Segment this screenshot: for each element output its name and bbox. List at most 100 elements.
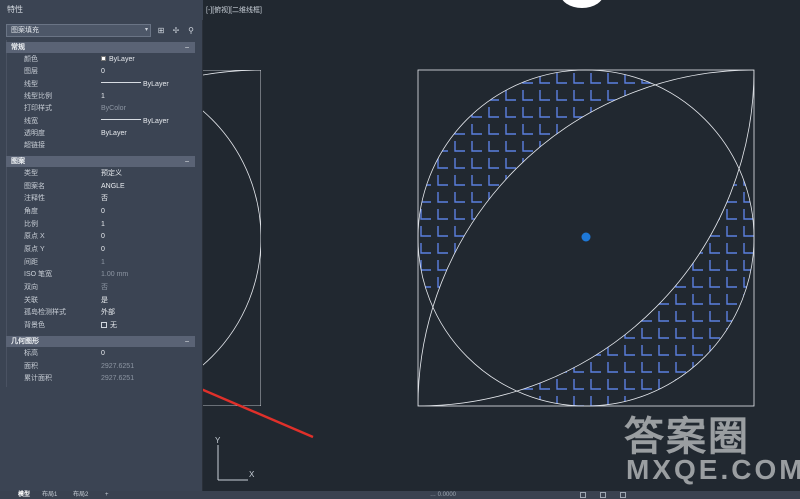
ucs-icon xyxy=(217,445,248,481)
prop-row-angle[interactable]: 角度 0 xyxy=(6,206,195,218)
prop-value: 0 xyxy=(101,350,105,357)
prop-row-spacing[interactable]: 间距 1 xyxy=(6,257,195,269)
prop-row-elevation[interactable]: 标高 0 xyxy=(6,348,195,360)
object-type-select[interactable]: 图案填充 ▾ xyxy=(6,24,151,37)
prop-name: ISO 笔宽 xyxy=(24,271,53,278)
prop-name: 标高 xyxy=(24,350,38,357)
prop-value: 外部 xyxy=(101,309,115,316)
watermark-url-text: MXQE.COM xyxy=(626,454,800,485)
prop-row-scale[interactable]: 比例 1 xyxy=(6,219,195,231)
prop-value: ByColor xyxy=(101,105,126,112)
prop-name: 类型 xyxy=(24,170,38,177)
section-general-label: 常规 xyxy=(11,44,25,51)
prop-row-background-color[interactable]: 背景色 无 xyxy=(6,320,195,332)
prop-row-associative[interactable]: 关联 是 xyxy=(6,295,195,307)
grid-toggle-icon[interactable] xyxy=(580,492,586,498)
coordinate-readout: … 0.0000 xyxy=(430,492,457,498)
prop-row-hyperlink[interactable]: 超链接 xyxy=(6,140,195,152)
collapse-icon[interactable]: – xyxy=(185,336,189,347)
watermark: 答案圈 MXQE.COM xyxy=(612,400,800,492)
prop-value: 1 xyxy=(101,259,105,266)
prop-name: 背景色 xyxy=(24,322,45,329)
ucs-x-label: X xyxy=(249,470,255,479)
prop-value: 0 xyxy=(101,246,105,253)
prop-name: 间距 xyxy=(24,259,38,266)
ucs-y-label: Y xyxy=(215,436,221,445)
ortho-toggle-icon[interactable] xyxy=(620,492,626,498)
palette-title: 特性 xyxy=(0,0,203,20)
prop-row-lineweight[interactable]: 线宽 ByLayer xyxy=(6,116,195,128)
color-swatch-icon xyxy=(101,56,106,61)
prop-name: 孤岛检测样式 xyxy=(24,309,66,316)
linetype-preview xyxy=(101,82,141,83)
prop-value: 否 xyxy=(101,195,108,202)
tab-add[interactable]: + xyxy=(105,492,109,499)
prop-row-area[interactable]: 面积 2927.6251 xyxy=(6,361,195,373)
prop-row-origin-y[interactable]: 原点 Y 0 xyxy=(6,244,195,256)
toggle-pickadd-icon[interactable]: ⊞ xyxy=(155,24,167,37)
prop-name: 面积 xyxy=(24,363,38,370)
section-geometry[interactable]: 几何图形 – xyxy=(6,336,195,347)
quick-select-icon[interactable]: ⚲ xyxy=(185,24,197,37)
prop-row-double[interactable]: 双向 否 xyxy=(6,282,195,294)
prop-row-plot-style[interactable]: 打印样式 ByColor xyxy=(6,103,195,115)
no-fill-icon xyxy=(101,322,107,328)
prop-value: ByLayer xyxy=(101,130,127,137)
prop-name: 注释性 xyxy=(24,195,45,202)
section-geometry-label: 几何图形 xyxy=(11,338,39,345)
prop-name: 累计面积 xyxy=(24,375,52,382)
tab-layout1[interactable]: 布局1 xyxy=(42,492,57,499)
prop-row-iso-pen-width[interactable]: ISO 笔宽 1.00 mm xyxy=(6,269,195,281)
prop-row-linetype-scale[interactable]: 线型比例 1 xyxy=(6,91,195,103)
prop-name: 超链接 xyxy=(24,142,45,149)
lineweight-preview xyxy=(101,119,141,120)
section-pattern[interactable]: 图案 – xyxy=(6,156,195,167)
collapse-icon[interactable]: – xyxy=(185,156,189,167)
prop-name: 透明度 xyxy=(24,130,45,137)
prop-value: 是 xyxy=(101,297,108,304)
prop-name: 线型 xyxy=(24,81,38,88)
prop-row-origin-x[interactable]: 原点 X 0 xyxy=(6,231,195,243)
tab-layout2[interactable]: 布局2 xyxy=(73,492,88,499)
chevron-down-icon: ▾ xyxy=(144,27,148,33)
prop-value: 0 xyxy=(101,208,105,215)
object-type-value: 图案填充 xyxy=(11,27,39,34)
tab-model[interactable]: 模型 xyxy=(18,492,30,499)
collapse-icon[interactable]: – xyxy=(185,42,189,53)
prop-value: 1.00 mm xyxy=(101,271,129,278)
prop-value: 1 xyxy=(101,93,105,100)
prop-value: 2927.6251 xyxy=(101,375,135,382)
prop-name: 图案名 xyxy=(24,183,45,190)
prop-name: 原点 Y xyxy=(24,246,45,253)
prop-name: 颜色 xyxy=(24,56,38,63)
select-objects-icon[interactable]: ✢ xyxy=(170,24,182,37)
prop-value: 0 xyxy=(101,68,105,75)
prop-value: 0 xyxy=(101,233,105,240)
center-grip-point xyxy=(581,232,591,242)
prop-row-pattern-name[interactable]: 图案名 ANGLE xyxy=(6,181,195,193)
prop-value: 2927.6251 xyxy=(101,363,135,370)
prop-row-type[interactable]: 类型 预定义 xyxy=(6,168,195,180)
prop-name: 线型比例 xyxy=(24,93,52,100)
prop-value: ByLayer xyxy=(143,81,169,88)
prop-row-annotative[interactable]: 注释性 否 xyxy=(6,193,195,205)
prop-row-linetype[interactable]: 线型 ByLayer xyxy=(6,79,195,91)
prop-value: 否 xyxy=(101,284,108,291)
status-bar xyxy=(0,491,800,499)
prop-name: 比例 xyxy=(24,221,38,228)
prop-value: ANGLE xyxy=(101,183,125,190)
section-pattern-label: 图案 xyxy=(11,158,25,165)
prop-name: 角度 xyxy=(24,208,38,215)
prop-name: 线宽 xyxy=(24,118,38,125)
prop-row-color[interactable]: 颜色 ByLayer xyxy=(6,54,195,66)
snap-toggle-icon[interactable] xyxy=(600,492,606,498)
prop-row-cumulative-area[interactable]: 累计面积 2927.6251 xyxy=(6,373,195,385)
prop-value: 无 xyxy=(110,322,117,329)
prop-row-island-detection[interactable]: 孤岛检测样式 外部 xyxy=(6,307,195,319)
prop-row-layer[interactable]: 图层 0 xyxy=(6,66,195,78)
prop-name: 关联 xyxy=(24,297,38,304)
prop-name: 原点 X xyxy=(24,233,45,240)
prop-row-transparency[interactable]: 透明度 ByLayer xyxy=(6,128,195,140)
prop-name: 图层 xyxy=(24,68,38,75)
section-general[interactable]: 常规 – xyxy=(6,42,195,53)
